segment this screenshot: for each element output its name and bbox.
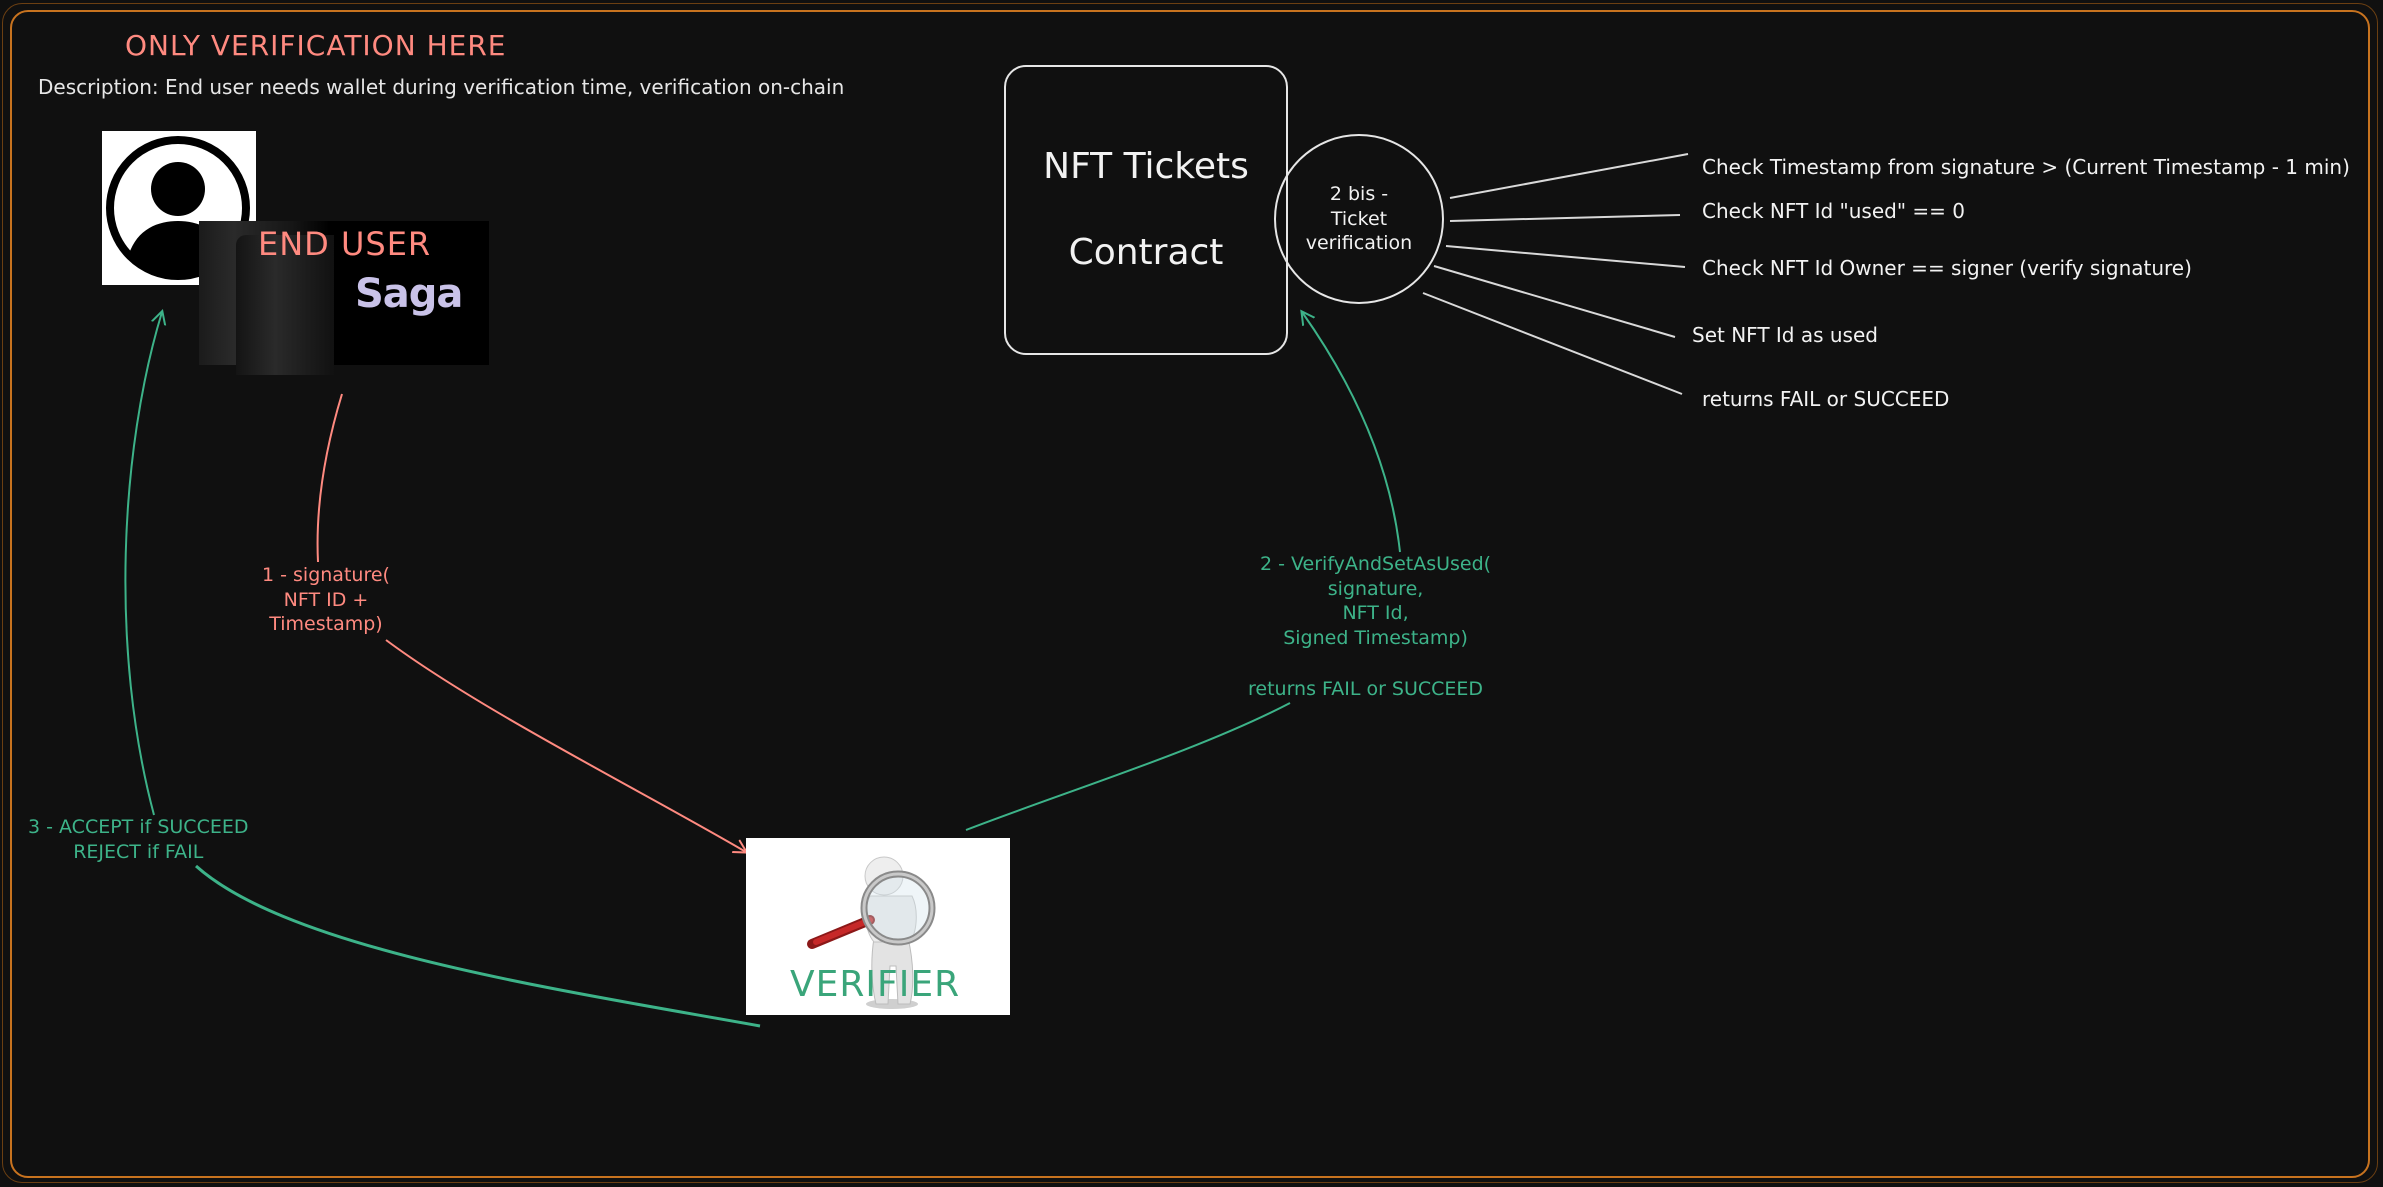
check-item-set-used: Set NFT Id as used	[1692, 323, 1878, 347]
step2-label: 2 - VerifyAndSetAsUsed( signature, NFT I…	[1260, 553, 1492, 650]
verifier-label: VERIFIER	[790, 964, 961, 1005]
diagram-title: ONLY VERIFICATION HERE	[125, 29, 507, 62]
step1-arrow-top	[316, 393, 343, 563]
contract-label-line1: NFT Tickets	[1043, 146, 1249, 187]
ticket-verification-node: 2 bis - Ticket verification	[1274, 134, 1444, 304]
check-connector-4	[1433, 265, 1676, 338]
step2-returns-label: returns FAIL or SUCCEED	[1248, 678, 1484, 700]
end-user-label: END USER	[258, 225, 432, 263]
step3-arrow-bottom	[195, 864, 761, 1028]
check-connector-5	[1422, 292, 1683, 395]
check-item-returns: returns FAIL or SUCCEED	[1702, 387, 1950, 411]
check-item-used: Check NFT Id "used" == 0	[1702, 199, 1965, 223]
check-connector-3	[1445, 245, 1686, 268]
step3-label: 3 - ACCEPT if SUCCEED REJECT if FAIL	[28, 816, 249, 863]
check-connector-1	[1449, 153, 1689, 199]
step2-arrow	[1302, 312, 1401, 553]
step3-arrow	[124, 312, 162, 816]
verifier-image: VERIFIER	[746, 838, 1010, 1015]
check-item-timestamp: Check Timestamp from signature > (Curren…	[1702, 155, 2350, 179]
step1-arrow	[385, 639, 746, 852]
check-connector-2	[1449, 214, 1681, 222]
step2-arrow-bottom	[965, 702, 1291, 831]
saga-logo: Saga	[355, 271, 463, 317]
check-item-owner: Check NFT Id Owner == signer (verify sig…	[1702, 256, 2192, 280]
diagram-description: Description: End user needs wallet durin…	[38, 75, 845, 99]
nft-tickets-contract-box: NFT Tickets Contract	[1004, 65, 1288, 355]
step1-label: 1 - signature( NFT ID + Timestamp)	[262, 564, 390, 636]
contract-label-line2: Contract	[1068, 232, 1224, 273]
